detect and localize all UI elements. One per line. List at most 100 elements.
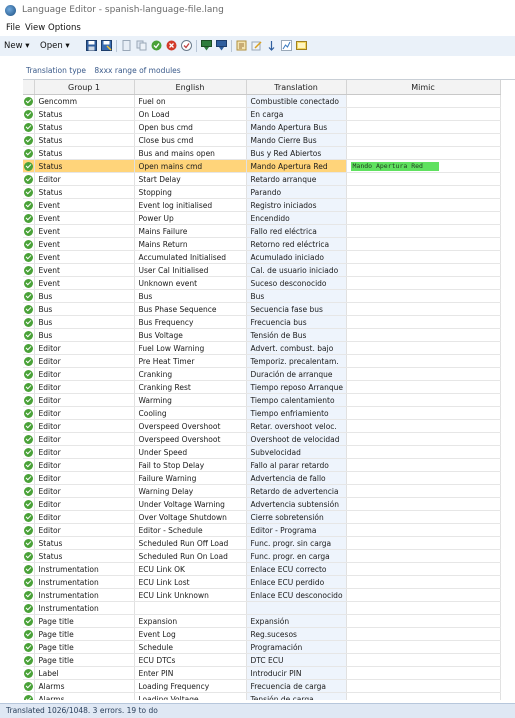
table-row[interactable]: Editor Overspeed Overshoot Overshoot de ve… — [23, 432, 501, 446]
next-error-icon[interactable] — [216, 40, 227, 51]
table-row[interactable]: Alarms Loading Voltage Tensión de carga — [23, 692, 501, 700]
table-row[interactable]: Editor Cranking Duración de arranque — [23, 367, 501, 381]
table-row[interactable]: Event Mains Failure Fallo red eléctrica — [23, 224, 501, 238]
translation-cell[interactable]: Bus — [246, 289, 347, 303]
table-row[interactable]: Editor Pre Heat Timer Temporiz. precalenta… — [23, 354, 501, 368]
translation-cell[interactable]: Frecuencia bus — [246, 315, 347, 329]
translation-cell[interactable]: Cal. de usuario iniciado — [246, 263, 347, 277]
ok-filter-icon[interactable] — [151, 40, 162, 51]
translation-cell[interactable]: Func. progr. en carga — [246, 549, 347, 563]
header-group[interactable]: Group 1 — [34, 80, 135, 95]
translation-cell[interactable] — [246, 601, 347, 615]
menu-options[interactable]: Options — [48, 23, 81, 33]
translation-cell[interactable]: Overshoot de velocidad — [246, 432, 347, 446]
table-row[interactable]: Status Open bus cmd Mando Apertura Bus — [23, 120, 501, 134]
table-row[interactable]: Editor Start Delay Retardo arranque — [23, 172, 501, 186]
translation-cell[interactable]: Retardo de advertencia — [246, 484, 347, 498]
table-row[interactable]: Editor Cranking Rest Tiempo reposo Arranqu… — [23, 380, 501, 394]
translation-cell[interactable]: Retardo arranque — [246, 172, 347, 186]
edit-icon[interactable] — [251, 40, 262, 51]
translation-cell[interactable]: Tensión de carga — [246, 692, 347, 700]
table-row[interactable]: Editor Overspeed Overshoot Retar. overshoo… — [23, 419, 501, 433]
translation-cell[interactable]: Subvelocidad — [246, 445, 347, 459]
translation-cell[interactable]: Acumulado iniciado — [246, 250, 347, 264]
translation-cell[interactable]: Introducir PIN — [246, 666, 347, 680]
translation-cell[interactable]: Tiempo calentamiento — [246, 393, 347, 407]
previous-error-icon[interactable] — [201, 40, 212, 51]
table-row[interactable]: Event Event log initialised Registro inici… — [23, 198, 501, 212]
table-row[interactable]: Instrumentation ECU Link Unknown Enlace EC… — [23, 588, 501, 602]
translation-cell[interactable]: Registro iniciados — [246, 198, 347, 212]
table-row[interactable]: Editor Over Voltage Shutdown Cierre sobret… — [23, 510, 501, 524]
translation-cell[interactable]: Enlace ECU desconocido — [246, 588, 347, 602]
table-row[interactable]: Instrumentation ECU Link Lost Enlace ECU p… — [23, 575, 501, 589]
table-row[interactable]: Status Bus and mains open Bus y Red Abiert… — [23, 146, 501, 160]
translation-cell[interactable]: Advertencia subtensión — [246, 497, 347, 511]
translation-cell[interactable]: Advertencia de fallo — [246, 471, 347, 485]
table-row[interactable]: Event Accumulated Initialised Acumulado in… — [23, 250, 501, 264]
open-button[interactable]: Open ▾ — [40, 41, 70, 51]
sort-icon[interactable] — [236, 40, 247, 51]
translation-cell[interactable]: Secuencia fase bus — [246, 302, 347, 316]
translation-cell[interactable]: Reg.sucesos — [246, 627, 347, 641]
error-filter-icon[interactable] — [166, 40, 177, 51]
translation-cell[interactable]: Retar. overshoot veloc. — [246, 419, 347, 433]
todo-filter-icon[interactable] — [181, 40, 192, 51]
translation-cell[interactable]: Enlace ECU perdido — [246, 575, 347, 589]
translation-cell[interactable]: Tiempo enfriamiento — [246, 406, 347, 420]
translation-type-value[interactable]: 8xxx range of modules — [94, 66, 180, 75]
copy-icon[interactable] — [136, 40, 147, 51]
table-row[interactable]: Event Mains Return Retorno red eléctrica — [23, 237, 501, 251]
translation-cell[interactable]: Programación — [246, 640, 347, 654]
menu-file[interactable]: File — [6, 23, 20, 33]
header-translation[interactable]: Translation — [246, 80, 347, 95]
table-row[interactable]: Editor Fail to Stop Delay Fallo al parar r… — [23, 458, 501, 472]
table-row[interactable]: Bus Bus Voltage Tensión de Bus — [23, 328, 501, 342]
translation-cell[interactable]: Mando Apertura Bus — [246, 120, 347, 134]
translation-cell[interactable]: Mando Cierre Bus — [246, 133, 347, 147]
table-row[interactable]: Event Unknown event Suceso desconocido — [23, 276, 501, 290]
table-row[interactable]: Label Enter PIN Introducir PIN — [23, 666, 501, 680]
table-row[interactable]: Editor Editor - Schedule Editor - Programa — [23, 523, 501, 537]
translation-cell[interactable]: Bus y Red Abiertos — [246, 146, 347, 160]
table-row[interactable]: Gencomm Fuel on Combustible conectado — [23, 94, 501, 108]
translation-cell[interactable]: Func. progr. sin carga — [246, 536, 347, 550]
translation-cell[interactable]: Retorno red eléctrica — [246, 237, 347, 251]
header-english[interactable]: English — [134, 80, 247, 95]
table-row[interactable]: Instrumentation — [23, 601, 501, 615]
table-row[interactable]: Editor Warning Delay Retardo de advertenci… — [23, 484, 501, 498]
translation-cell[interactable]: Advert. combust. bajo — [246, 341, 347, 355]
table-row[interactable]: Status Open mains cmd Mando Apertura Red Ma… — [23, 159, 501, 173]
translation-cell[interactable]: DTC ECU — [246, 653, 347, 667]
table-row[interactable]: Event User Cal Initialised Cal. de usuario… — [23, 263, 501, 277]
translation-cell[interactable]: Temporiz. precalentam. — [246, 354, 347, 368]
table-row[interactable]: Editor Under Voltage Warning Advertencia s… — [23, 497, 501, 511]
translation-cell[interactable]: Cierre sobretensión — [246, 510, 347, 524]
translation-cell[interactable]: Fallo al parar retardo — [246, 458, 347, 472]
translation-cell[interactable]: Duración de arranque — [246, 367, 347, 381]
translation-cell[interactable]: Combustible conectado — [246, 94, 347, 108]
translation-cell[interactable]: Frecuencia de carga — [246, 679, 347, 693]
table-row[interactable]: Status On Load En carga — [23, 107, 501, 121]
table-row[interactable]: Page title Expansion Expansión — [23, 614, 501, 628]
table-row[interactable]: Editor Under Speed Subvelocidad — [23, 445, 501, 459]
table-row[interactable]: Event Power Up Encendido — [23, 211, 501, 225]
table-row[interactable]: Bus Bus Bus — [23, 289, 501, 303]
save-icon[interactable] — [86, 40, 97, 51]
export-icon[interactable] — [296, 40, 307, 51]
translation-cell[interactable]: Fallo red eléctrica — [246, 224, 347, 238]
new-button[interactable]: New ▾ — [4, 41, 30, 51]
chart-icon[interactable] — [281, 40, 292, 51]
translation-cell[interactable]: Encendido — [246, 211, 347, 225]
table-row[interactable]: Bus Bus Frequency Frecuencia bus — [23, 315, 501, 329]
translation-cell[interactable]: Tiempo reposo Arranque — [246, 380, 347, 394]
table-row[interactable]: Page title Event Log Reg.sucesos — [23, 627, 501, 641]
table-row[interactable]: Editor Failure Warning Advertencia de fall… — [23, 471, 501, 485]
table-row[interactable]: Status Scheduled Run Off Load Func. progr.… — [23, 536, 501, 550]
table-row[interactable]: Page title ECU DTCs DTC ECU — [23, 653, 501, 667]
table-row[interactable]: Instrumentation ECU Link OK Enlace ECU cor… — [23, 562, 501, 576]
translation-cell[interactable]: En carga — [246, 107, 347, 121]
menu-view[interactable]: View — [25, 23, 45, 33]
table-row[interactable]: Alarms Loading Frequency Frecuencia de car… — [23, 679, 501, 693]
table-row[interactable]: Bus Bus Phase Sequence Secuencia fase bus — [23, 302, 501, 316]
